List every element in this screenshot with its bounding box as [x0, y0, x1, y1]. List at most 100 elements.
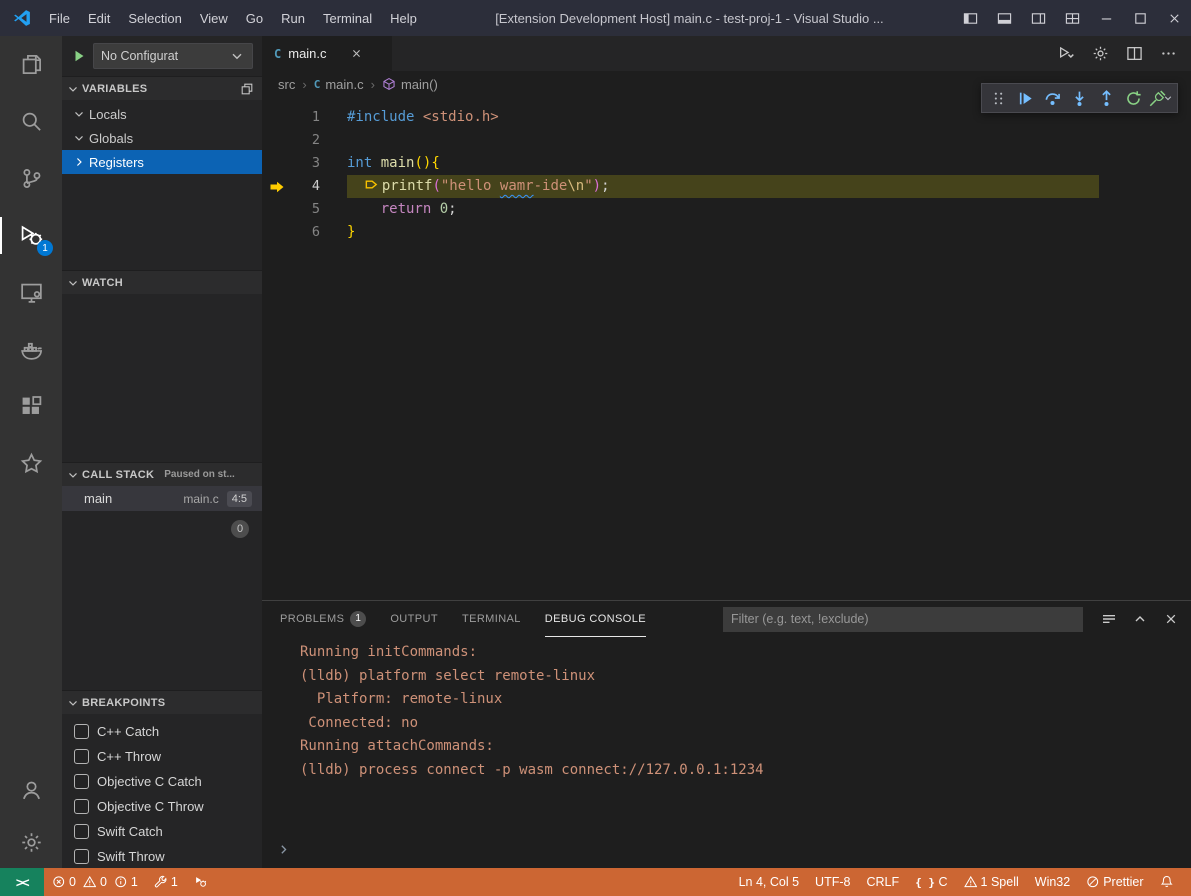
breadcrumb-item-main-c[interactable]: Cmain.c — [314, 77, 364, 92]
status-notifications[interactable] — [1152, 868, 1182, 896]
split-editor-button[interactable] — [1126, 45, 1143, 62]
code-line-6[interactable]: } — [347, 221, 1099, 244]
code-line-3[interactable]: int main(){ — [347, 152, 1099, 175]
menu-file[interactable]: File — [40, 0, 79, 36]
console-filter-input[interactable] — [723, 607, 1083, 632]
status-platform[interactable]: Win32 — [1027, 868, 1078, 896]
panel-tab-terminal[interactable]: TERMINAL — [462, 601, 521, 637]
breakpoint-swift-throw[interactable]: Swift Throw — [62, 844, 262, 868]
close-icon[interactable] — [350, 47, 363, 60]
checkbox[interactable] — [74, 824, 89, 839]
status-prettier[interactable]: Prettier — [1078, 868, 1151, 896]
code-line-4[interactable]: printf("hello wamr-ide\n"); — [347, 175, 1099, 198]
step-over-button[interactable] — [1039, 85, 1066, 111]
menu-edit[interactable]: Edit — [79, 0, 119, 36]
console-output[interactable]: Running initCommands:(lldb) platform sel… — [300, 641, 1179, 782]
close-button[interactable] — [1157, 0, 1191, 36]
breakpoint-c-throw[interactable]: C++ Throw — [62, 744, 262, 769]
line-number[interactable]: 5 — [292, 198, 320, 221]
line-number[interactable]: 6 — [292, 221, 320, 244]
panel-toggle-icon[interactable] — [240, 82, 254, 96]
activity-wamr-ide[interactable] — [0, 435, 62, 492]
line-number[interactable]: 1 — [292, 106, 320, 129]
current-line-arrow[interactable] — [262, 179, 292, 195]
line-number[interactable]: 4 — [292, 175, 320, 198]
activity-docker[interactable] — [0, 321, 62, 378]
console-prompt[interactable] — [276, 842, 291, 860]
toggle-secondary-sidebar-button[interactable] — [1021, 0, 1055, 36]
checkbox[interactable] — [74, 849, 89, 864]
maximize-button[interactable] — [1123, 0, 1157, 36]
breakpoint-swift-catch[interactable]: Swift Catch — [62, 819, 262, 844]
restart-button[interactable] — [1120, 85, 1147, 111]
checkbox[interactable] — [74, 749, 89, 764]
remote-indicator[interactable]: >< — [0, 868, 44, 896]
status-debug-status[interactable] — [186, 868, 216, 896]
status-eol[interactable]: CRLF — [858, 868, 907, 896]
drag-handle[interactable] — [985, 85, 1012, 111]
breakpoints-header[interactable]: BREAKPOINTS — [62, 690, 262, 714]
activity-run-and-debug[interactable]: 1 — [0, 207, 62, 264]
tab-main-c[interactable]: C main.c — [262, 36, 392, 71]
variables-item-globals[interactable]: Globals — [62, 126, 262, 150]
activity-remote-explorer[interactable] — [0, 264, 62, 321]
activity-accounts[interactable] — [0, 764, 62, 816]
status-encoding[interactable]: UTF-8 — [807, 868, 858, 896]
debug-config-dropdown[interactable]: No Configurat — [93, 43, 253, 69]
stack-frame[interactable]: main main.c 4:5 — [62, 486, 262, 511]
toggle-panel-button[interactable] — [987, 0, 1021, 36]
menu-help[interactable]: Help — [381, 0, 426, 36]
status-language-mode[interactable]: { }C — [907, 868, 955, 896]
panel-tab-debug-console[interactable]: DEBUG CONSOLE — [545, 601, 646, 637]
inline-breakpoint-icon[interactable] — [364, 177, 382, 192]
menu-selection[interactable]: Selection — [119, 0, 190, 36]
line-number[interactable]: 2 — [292, 129, 320, 152]
checkbox[interactable] — [74, 724, 89, 739]
open-launch-settings-button[interactable] — [1092, 45, 1109, 62]
maximize-panel-button[interactable] — [1132, 611, 1148, 627]
start-debug-icon[interactable] — [71, 48, 87, 64]
more-actions-button[interactable] — [1160, 45, 1177, 62]
breakpoint-objective-c-catch[interactable]: Objective C Catch — [62, 769, 262, 794]
breakpoint-objective-c-throw[interactable]: Objective C Throw — [62, 794, 262, 819]
config-label: No Configurat — [101, 49, 178, 63]
checkbox[interactable] — [74, 774, 89, 789]
code-line-5[interactable]: return 0; — [347, 198, 1099, 221]
watch-header[interactable]: WATCH — [62, 270, 262, 294]
minimize-button[interactable] — [1089, 0, 1123, 36]
variables-item-registers[interactable]: Registers — [62, 150, 262, 174]
variables-item-locals[interactable]: Locals — [62, 102, 262, 126]
toggle-sidebar-button[interactable] — [953, 0, 987, 36]
breakpoint-c-catch[interactable]: C++ Catch — [62, 719, 262, 744]
status-cursor-position[interactable]: Ln 4, Col 5 — [731, 868, 807, 896]
panel-tab-output[interactable]: OUTPUT — [390, 601, 438, 637]
status-spell-checker[interactable]: 1 Spell — [956, 868, 1027, 896]
menu-view[interactable]: View — [191, 0, 237, 36]
panel-tab-problems[interactable]: PROBLEMS1 — [280, 601, 366, 637]
menu-terminal[interactable]: Terminal — [314, 0, 381, 36]
breadcrumb-item-main[interactable]: main() — [382, 77, 438, 92]
call-stack-header[interactable]: CALL STACK Paused on st... — [62, 462, 262, 486]
activity-extensions[interactable] — [0, 378, 62, 435]
menu-go[interactable]: Go — [237, 0, 272, 36]
step-into-button[interactable] — [1066, 85, 1093, 111]
close-panel-button[interactable] — [1163, 611, 1179, 627]
status-tasks[interactable]: 1 — [146, 868, 186, 896]
checkbox[interactable] — [74, 799, 89, 814]
run-or-debug-button[interactable] — [1058, 45, 1075, 62]
activity-explorer[interactable] — [0, 36, 62, 93]
status-problems[interactable]: 001 — [44, 868, 146, 896]
output-filter-button[interactable] — [1101, 611, 1117, 627]
disconnect-button[interactable] — [1147, 85, 1174, 111]
activity-source-control[interactable] — [0, 150, 62, 207]
continue-button[interactable] — [1012, 85, 1039, 111]
step-out-button[interactable] — [1093, 85, 1120, 111]
breadcrumb-item-src[interactable]: src — [278, 77, 295, 92]
code-editor[interactable]: 1#include <stdio.h>23int main(){4 printf… — [262, 97, 1191, 244]
customize-layout-button[interactable] — [1055, 0, 1089, 36]
menu-run[interactable]: Run — [272, 0, 314, 36]
variables-header[interactable]: VARIABLES — [62, 76, 262, 100]
activity-settings[interactable] — [0, 816, 62, 868]
activity-search[interactable] — [0, 93, 62, 150]
line-number[interactable]: 3 — [292, 152, 320, 175]
